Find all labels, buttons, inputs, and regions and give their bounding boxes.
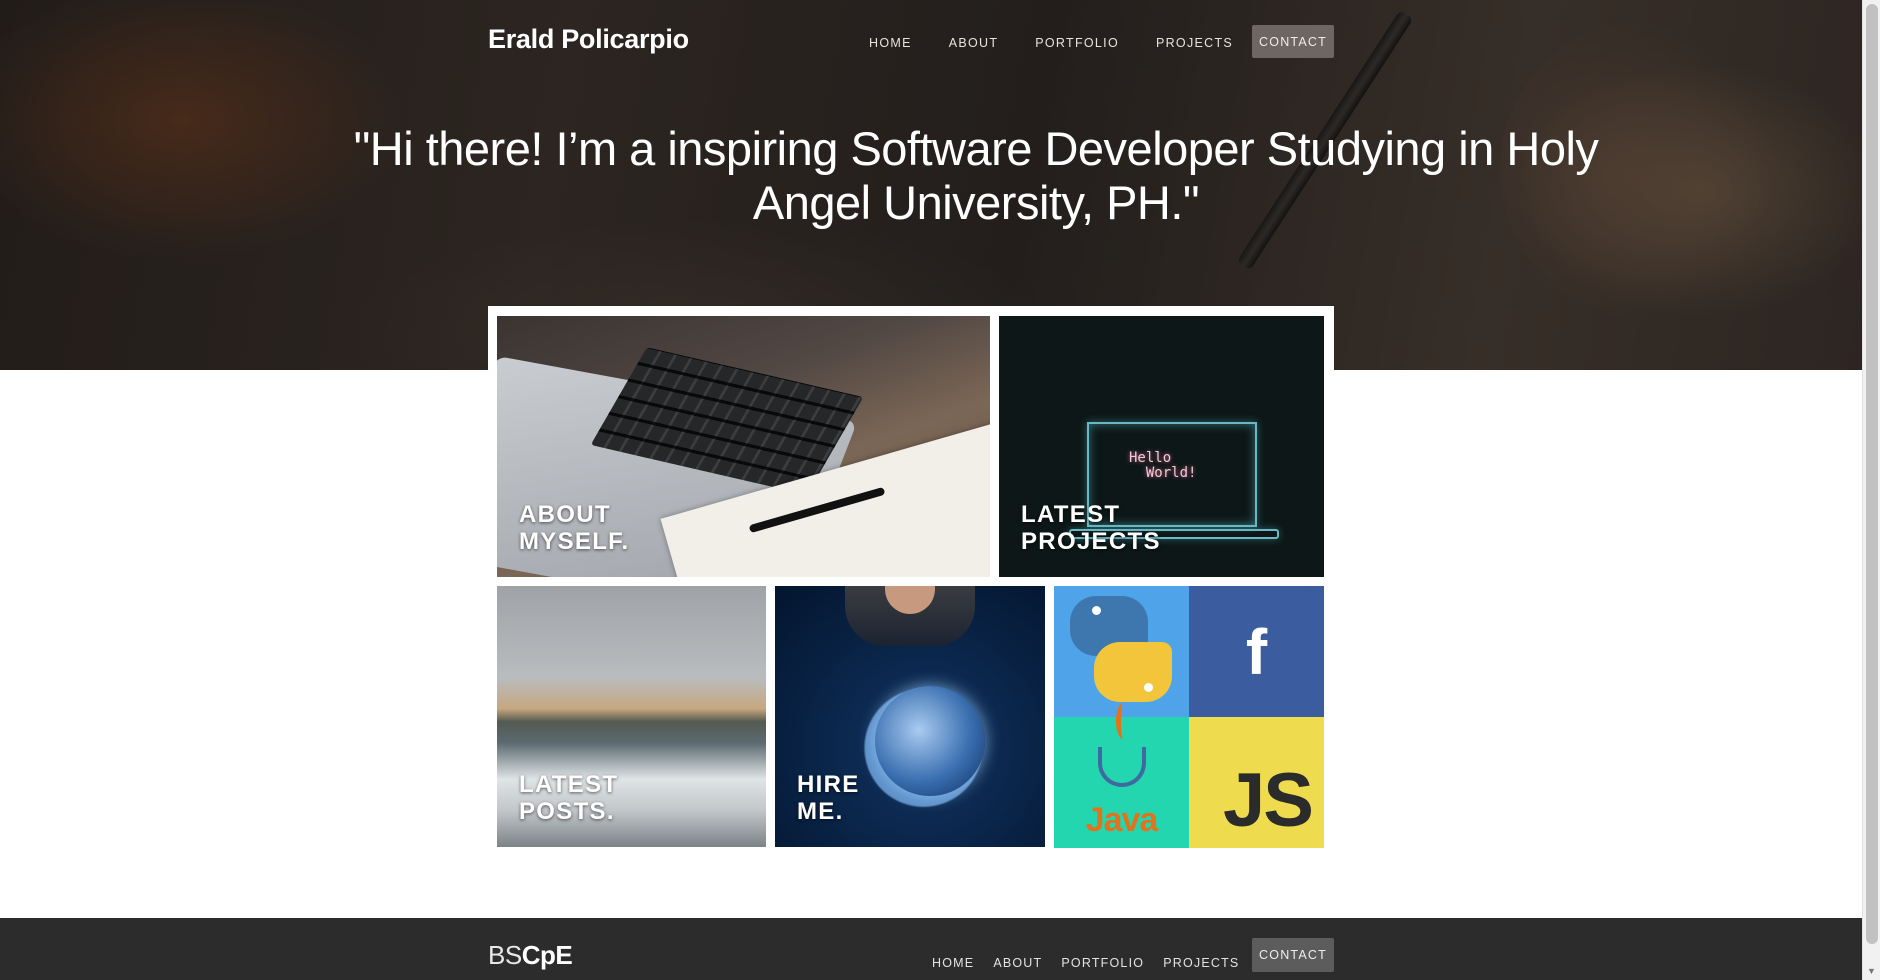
java-steam-icon xyxy=(1115,703,1130,739)
hello-world-text: Hello World! xyxy=(1129,450,1197,481)
scroll-down-arrow-icon[interactable]: ▼ xyxy=(1867,966,1876,976)
nav-home[interactable]: HOME xyxy=(869,36,912,50)
footer-nav-home[interactable]: HOME xyxy=(932,956,974,970)
footer-nav-projects[interactable]: PROJECTS xyxy=(1163,956,1239,970)
tile-label: LATEST PROJECTS xyxy=(1021,501,1161,555)
python-eye xyxy=(1092,606,1101,615)
nav-projects[interactable]: PROJECTS xyxy=(1156,36,1233,50)
tile-label: HIRE ME. xyxy=(797,771,860,825)
footer-brand-suffix: CpE xyxy=(521,940,573,970)
footer-nav-links: HOME ABOUT PORTFOLIO PROJECTS xyxy=(932,956,1258,970)
footer: BSCpE HOME ABOUT PORTFOLIO PROJECTS CONT… xyxy=(0,918,1862,980)
facebook-logo-icon: f xyxy=(1189,586,1324,717)
python-eye xyxy=(1144,683,1153,692)
contact-button[interactable]: CONTACT xyxy=(1252,25,1334,58)
tile-label-line: MYSELF. xyxy=(519,528,630,555)
javascript-logo-icon: JS xyxy=(1189,717,1324,848)
java-wordmark: Java xyxy=(1085,801,1159,839)
java-cup-icon xyxy=(1097,703,1146,787)
tile-hire-me[interactable]: HIRE ME. xyxy=(775,586,1045,847)
nav-about[interactable]: ABOUT xyxy=(949,36,999,50)
tile-label-line: LATEST xyxy=(1021,501,1121,528)
footer-nav-about[interactable]: ABOUT xyxy=(993,956,1042,970)
brand-logo[interactable]: Erald Policarpio xyxy=(488,24,689,55)
tile-label: ABOUT MYSELF. xyxy=(519,501,629,555)
footer-nav-portfolio[interactable]: PORTFOLIO xyxy=(1061,956,1144,970)
java-logo-icon: Java xyxy=(1054,703,1189,848)
python-logo-icon xyxy=(1054,586,1189,717)
tile-latest-posts[interactable]: LATEST POSTS. xyxy=(497,586,766,847)
nav-links: HOME ABOUT PORTFOLIO PROJECTS xyxy=(869,36,1270,50)
tile-label-line: HIRE xyxy=(797,771,860,798)
footer-brand-prefix: BS xyxy=(488,940,522,970)
tile-label-line: PROJECTS xyxy=(1021,528,1161,555)
tile-latest-projects[interactable]: Hello World! LATEST PROJECTS xyxy=(999,316,1324,577)
nav-portfolio[interactable]: PORTFOLIO xyxy=(1035,36,1119,50)
globe-icon xyxy=(875,686,985,796)
scrollbar-thumb[interactable] xyxy=(1866,4,1878,944)
footer-contact-button[interactable]: CONTACT xyxy=(1252,938,1334,972)
tile-label-line: POSTS. xyxy=(519,798,615,825)
tile-label-line: ABOUT xyxy=(519,501,611,528)
python-snake-yellow xyxy=(1094,642,1172,702)
tile-label-line: LATEST xyxy=(519,771,619,798)
top-navbar: Erald Policarpio HOME ABOUT PORTFOLIO PR… xyxy=(0,0,1862,84)
vertical-scrollbar[interactable]: ▼ xyxy=(1862,0,1880,980)
hero-quote: "Hi there! I’m a inspiring Software Deve… xyxy=(353,122,1599,229)
footer-brand[interactable]: BSCpE xyxy=(488,940,573,971)
page: Erald Policarpio HOME ABOUT PORTFOLIO PR… xyxy=(0,0,1862,980)
tile-about-myself[interactable]: ABOUT MYSELF. xyxy=(497,316,990,577)
tile-label: LATEST POSTS. xyxy=(519,771,618,825)
tile-label-line: ME. xyxy=(797,798,844,825)
tile-languages[interactable]: f Java JS xyxy=(1054,586,1324,848)
